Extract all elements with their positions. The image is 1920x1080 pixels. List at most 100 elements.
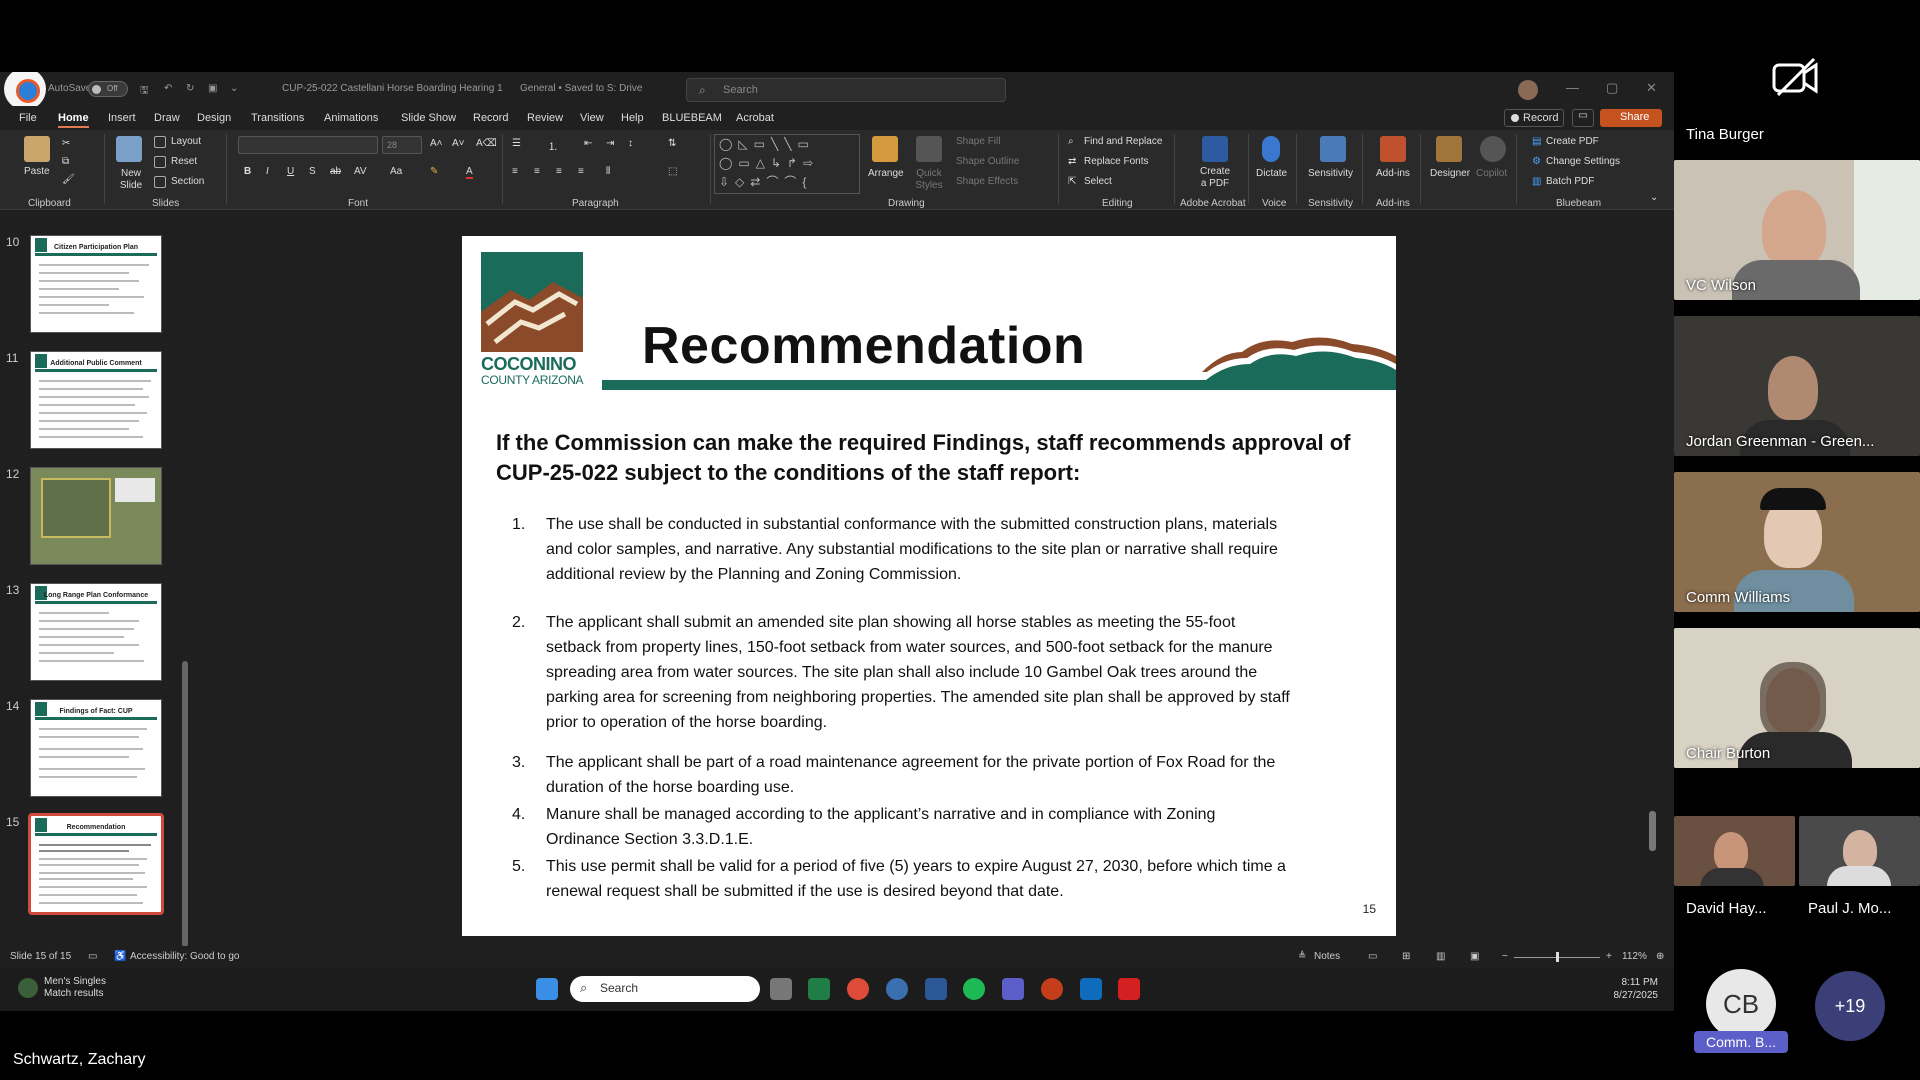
customize-icon[interactable]: ⌄: [230, 83, 238, 94]
clear-format-icon[interactable]: A⌫: [476, 138, 497, 149]
notes-button[interactable]: Notes: [1314, 951, 1340, 962]
tab-acrobat[interactable]: Acrobat: [736, 112, 774, 124]
participant-tile[interactable]: [1799, 816, 1920, 886]
tab-help[interactable]: Help: [621, 112, 644, 124]
char-spacing-icon[interactable]: AV: [354, 166, 367, 177]
create-pdf-button[interactable]: Create PDF: [1546, 136, 1599, 147]
autosave-toggle[interactable]: Off: [88, 81, 128, 97]
sensitivity-label[interactable]: General • Saved to S: Drive: [520, 83, 642, 94]
tab-home[interactable]: Home: [58, 112, 89, 128]
shapes-gallery[interactable]: ◯◺▭╲╲▭ ◯▭△↳↱⇨ ⇩◇⇄⌒⌒{: [714, 134, 860, 194]
designer-button[interactable]: Designer: [1430, 168, 1470, 179]
tab-transitions[interactable]: Transitions: [251, 112, 304, 124]
format-painter-icon[interactable]: 🖌: [62, 174, 75, 185]
news-widget[interactable]: Men's Singles Match results: [18, 976, 106, 1000]
participant-avatar[interactable]: CB: [1706, 969, 1776, 1039]
quick-styles-icon[interactable]: [916, 136, 942, 162]
chat-icon[interactable]: [886, 978, 908, 1000]
sensitivity-button[interactable]: Sensitivity: [1308, 168, 1353, 179]
font-color-icon[interactable]: A: [466, 166, 473, 179]
accessibility-status[interactable]: Accessibility: Good to go: [130, 951, 240, 962]
find-replace-button[interactable]: Find and Replace: [1084, 136, 1162, 147]
copilot-icon[interactable]: [1480, 136, 1506, 162]
canvas-scrollbar[interactable]: [1648, 231, 1658, 946]
spelling-icon[interactable]: ▭: [88, 951, 97, 962]
camera-off-icon[interactable]: [1770, 55, 1820, 99]
change-case-icon[interactable]: Aa: [390, 166, 402, 177]
zoom-out-icon[interactable]: −: [1502, 951, 1508, 962]
align-center-icon[interactable]: ≡: [534, 166, 540, 177]
new-slide-icon[interactable]: [116, 136, 142, 162]
underline-icon[interactable]: U: [287, 166, 294, 177]
grow-font-icon[interactable]: A˄: [430, 138, 443, 149]
powerpoint-icon[interactable]: [1041, 978, 1063, 1000]
paste-button[interactable]: Paste: [24, 166, 50, 177]
acrobat-icon[interactable]: [1118, 978, 1140, 1000]
slide-thumbnail-14[interactable]: Findings of Fact: CUP: [30, 699, 162, 797]
highlight-icon[interactable]: ✎: [430, 166, 438, 177]
tab-review[interactable]: Review: [527, 112, 563, 124]
maximize-icon[interactable]: ▢: [1606, 80, 1618, 96]
cut-icon[interactable]: ✂: [62, 138, 70, 149]
reset-button[interactable]: Reset: [171, 156, 197, 167]
zoom-level[interactable]: 112%: [1622, 951, 1647, 962]
arrange-button[interactable]: Arrange: [868, 168, 904, 179]
fit-slide-icon[interactable]: ⊕: [1656, 951, 1664, 962]
redo-icon[interactable]: ↻: [186, 83, 194, 94]
slide-thumbnail-13[interactable]: Long Range Plan Conformance: [30, 583, 162, 681]
slide-thumbnail-10[interactable]: Citizen Participation Plan: [30, 235, 162, 333]
zoom-in-icon[interactable]: +: [1606, 951, 1612, 962]
windows-start-icon[interactable]: [536, 978, 558, 1000]
minimize-icon[interactable]: —: [1566, 80, 1579, 95]
quick-styles-button[interactable]: Quick Styles: [912, 168, 946, 192]
system-clock[interactable]: 8:11 PM 8/27/2025: [1590, 976, 1659, 1002]
thumbnail-scrollbar[interactable]: [182, 237, 188, 947]
tab-insert[interactable]: Insert: [108, 112, 136, 124]
normal-view-icon[interactable]: ▭: [1368, 951, 1377, 962]
reading-view-icon[interactable]: ▥: [1436, 951, 1445, 962]
tab-view[interactable]: View: [580, 112, 604, 124]
present-icon[interactable]: ▣: [208, 83, 217, 94]
text-direction-icon[interactable]: ⇅: [668, 138, 676, 149]
tab-bluebeam[interactable]: BLUEBEAM: [662, 112, 722, 124]
more-participants-button[interactable]: +19: [1815, 971, 1885, 1041]
smartart-icon[interactable]: ⬚: [668, 166, 677, 177]
participant-tile[interactable]: [1674, 816, 1795, 886]
tab-design[interactable]: Design: [197, 112, 231, 124]
close-icon[interactable]: ✕: [1646, 80, 1657, 96]
teams-icon[interactable]: [1002, 978, 1024, 1000]
participant-tile[interactable]: Chair Burton: [1674, 628, 1920, 768]
decrease-indent-icon[interactable]: ⇤: [584, 138, 592, 149]
zoom-slider-thumb[interactable]: [1556, 952, 1559, 962]
taskbar-search[interactable]: ⌕ Search: [570, 976, 760, 1002]
paste-icon[interactable]: [24, 136, 50, 162]
columns-icon[interactable]: ⫴: [606, 166, 610, 177]
justify-icon[interactable]: ≡: [578, 166, 584, 177]
tab-draw[interactable]: Draw: [154, 112, 180, 124]
shape-fill-button[interactable]: Shape Fill: [956, 136, 1000, 147]
record-button[interactable]: Record: [1504, 109, 1564, 127]
numbering-icon[interactable]: ⒈: [548, 138, 558, 153]
copilot-button[interactable]: Copilot: [1476, 168, 1507, 179]
tab-record[interactable]: Record: [473, 112, 508, 124]
font-family-select[interactable]: [238, 136, 378, 154]
participant-tile[interactable]: Comm Williams: [1674, 472, 1920, 612]
slideshow-view-icon[interactable]: ▣: [1470, 951, 1479, 962]
shrink-font-icon[interactable]: A˅: [452, 138, 465, 149]
tab-animations[interactable]: Animations: [324, 112, 378, 124]
microphone-icon[interactable]: [1262, 136, 1280, 162]
slide-thumbnail-12[interactable]: [30, 467, 162, 565]
align-left-icon[interactable]: ≡: [512, 166, 518, 177]
collapse-ribbon-icon[interactable]: ⌄: [1650, 192, 1658, 203]
outlook-icon[interactable]: [1080, 978, 1102, 1000]
word-icon[interactable]: [925, 978, 947, 1000]
strikethrough-icon[interactable]: ab: [330, 166, 341, 177]
change-settings-button[interactable]: Change Settings: [1546, 156, 1620, 167]
create-pdf-acrobat-button[interactable]: Create a PDF: [1198, 166, 1232, 190]
chrome-icon[interactable]: [847, 978, 869, 1000]
participant-tile[interactable]: Jordan Greenman - Green...: [1674, 316, 1920, 456]
bullets-icon[interactable]: ☰: [512, 138, 521, 149]
tab-slide-show[interactable]: Slide Show: [401, 112, 456, 124]
slide-thumbnail-15[interactable]: Recommendation: [28, 813, 164, 915]
bold-icon[interactable]: B: [244, 166, 251, 177]
